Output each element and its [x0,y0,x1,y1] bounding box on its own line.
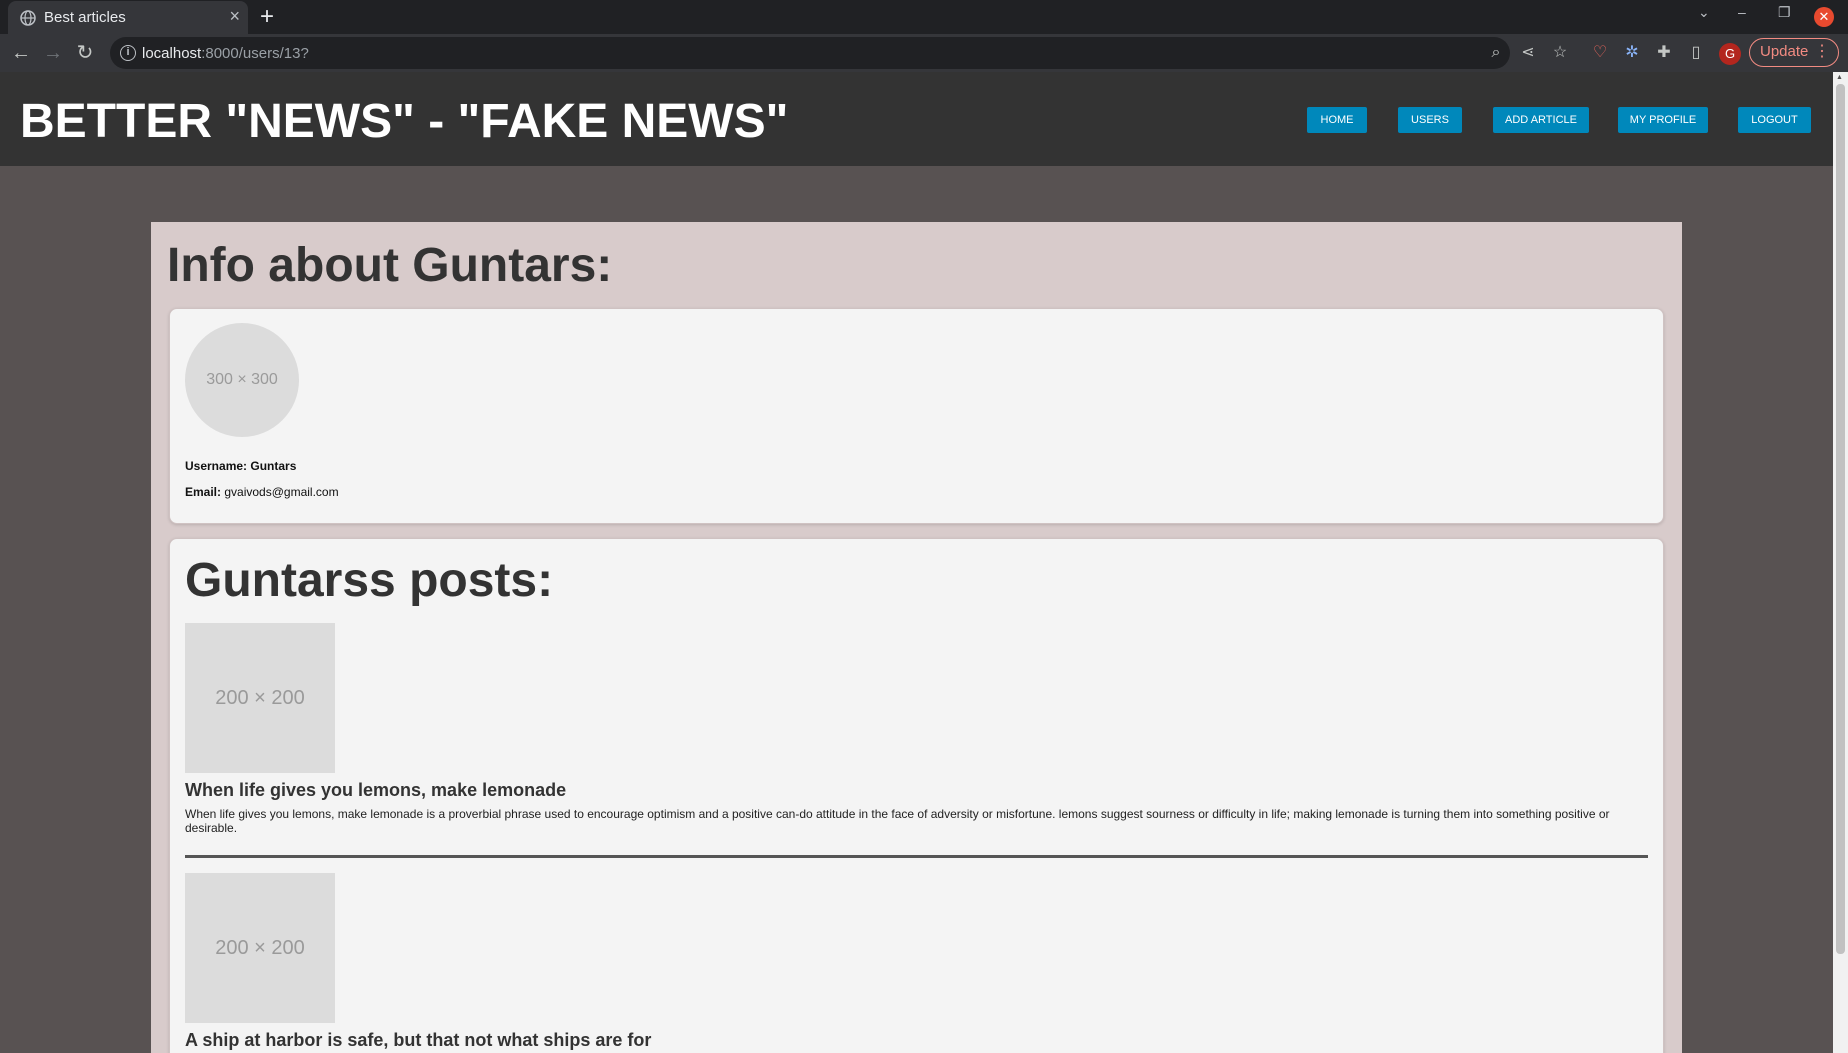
zoom-icon[interactable]: ⌕ [1486,43,1506,63]
extensions-puzzle-icon[interactable]: ✚ [1654,43,1674,63]
username-value: Guntars [250,459,297,473]
email-value: gvaivods@gmail.com [224,485,339,499]
site-title: BETTER "NEWS" - "FAKE NEWS" [20,95,789,148]
post-body: When life gives you lemons, make lemonad… [185,807,1610,835]
pocket-extension-icon[interactable]: ♡ [1590,43,1610,63]
address-bar[interactable]: i localhost:8000/users/13? [110,37,1510,69]
window-close-icon[interactable]: ✕ [1814,7,1834,27]
post-title[interactable]: A ship at harbor is safe, but that not w… [185,1030,651,1051]
tab-title: Best articles [44,9,126,26]
more-menu-icon[interactable]: ⋮ [1814,39,1830,65]
nav-home-button[interactable]: HOME [1307,107,1367,133]
forward-icon[interactable]: → [41,41,65,65]
posts-heading: Guntarss posts: [185,554,554,607]
browser-tab-bar: Best articles × + ⌄ – ❐ ✕ [0,0,1848,34]
nav-users-button[interactable]: USERS [1398,107,1462,133]
restore-icon[interactable]: ❐ [1778,4,1791,21]
email-line: Email: gvaivods@gmail.com [185,485,339,499]
reload-icon[interactable]: ↻ [73,41,97,65]
nav-my-profile-button[interactable]: MY PROFILE [1618,107,1708,133]
profile-avatar[interactable]: G [1719,43,1741,65]
site-header: BETTER "NEWS" - "FAKE NEWS" HOME USERS A… [0,72,1833,166]
extension-gear-icon[interactable]: ✲ [1622,43,1642,63]
profile-card: 300 × 300 Username: Guntars Email: gvaiv… [169,308,1664,524]
post-thumbnail[interactable]: 200 × 200 [185,623,335,773]
update-button[interactable]: Update ⋮ [1749,38,1839,67]
back-icon[interactable]: ← [9,41,33,65]
post-thumbnail[interactable]: 200 × 200 [185,873,335,1023]
scroll-up-arrow-icon[interactable]: ▲ [1836,74,1843,81]
nav-logout-button[interactable]: LOGOUT [1738,107,1811,133]
email-label: Email: [185,485,222,499]
browser-tab[interactable]: Best articles × [8,1,248,34]
side-panel-icon[interactable]: ▯ [1686,43,1706,63]
user-avatar-placeholder: 300 × 300 [185,323,299,437]
post-divider [185,855,1648,858]
url-text: localhost:8000/users/13? [142,45,309,62]
page-scrollbar[interactable]: ▲ [1833,72,1848,1053]
scrollbar-thumb[interactable] [1836,84,1845,954]
username-line: Username: Guntars [185,459,296,473]
username-label: Username: [185,459,248,473]
site-info-icon[interactable]: i [120,45,136,61]
main-container: Info about Guntars: 300 × 300 Username: … [151,222,1682,1053]
post-title[interactable]: When life gives you lemons, make lemonad… [185,780,566,801]
close-tab-icon[interactable]: × [229,6,240,27]
new-tab-icon[interactable]: + [260,3,280,31]
profile-heading: Info about Guntars: [167,239,613,292]
tab-search-icon[interactable]: ⌄ [1698,4,1710,21]
posts-card: Guntarss posts: 200 × 200 When life give… [169,538,1664,1053]
browser-toolbar: ← → ↻ i localhost:8000/users/13? ⌕ ⋖ ☆ ♡… [0,34,1848,72]
bookmark-star-icon[interactable]: ☆ [1550,43,1570,63]
globe-icon [20,10,36,26]
minimize-icon[interactable]: – [1738,4,1746,20]
nav-add-article-button[interactable]: ADD ARTICLE [1493,107,1589,133]
share-icon[interactable]: ⋖ [1518,43,1538,63]
